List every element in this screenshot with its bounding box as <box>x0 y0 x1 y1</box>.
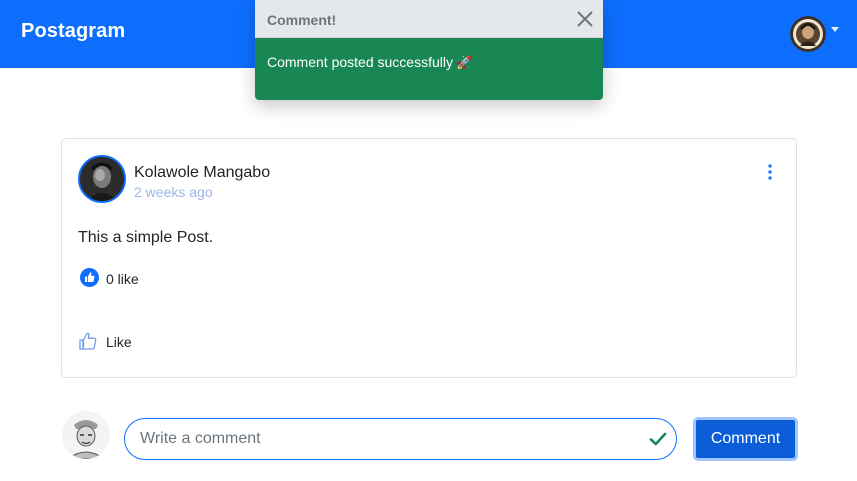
toast-body: Comment posted successfully 🚀 <box>255 38 603 100</box>
post-card: Kolawole Mangabo 2 weeks ago This a simp… <box>61 138 797 378</box>
user-avatar[interactable] <box>790 16 826 52</box>
like-button-label: Like <box>106 334 132 350</box>
commenter-avatar <box>62 411 110 459</box>
comment-input[interactable] <box>138 419 638 459</box>
brand-logo[interactable]: Postagram <box>21 20 125 43</box>
caret-down-icon[interactable] <box>831 27 839 32</box>
toast-notification: Comment! Comment posted successfully 🚀 <box>255 0 603 100</box>
thumbs-up-filled-icon <box>80 268 99 287</box>
post-body: This a simple Post. <box>78 229 214 246</box>
comment-field <box>124 418 677 460</box>
thumbs-up-icon <box>78 331 98 351</box>
author-avatar[interactable] <box>78 155 126 203</box>
submit-comment-button[interactable]: Comment <box>693 417 798 461</box>
like-count: 0 like <box>106 271 139 287</box>
toast-title: Comment! <box>267 12 337 28</box>
post-author-name[interactable]: Kolawole Mangabo <box>134 164 270 182</box>
toast-message-text: Comment posted successfully <box>267 54 453 70</box>
rocket-icon: 🚀 <box>455 55 473 70</box>
like-button[interactable]: Like <box>78 329 138 355</box>
toast-message: Comment posted successfully 🚀 <box>267 54 472 71</box>
post-timestamp: 2 weeks ago <box>134 184 213 200</box>
more-vertical-icon[interactable] <box>762 163 778 181</box>
check-icon <box>649 431 667 447</box>
close-icon[interactable] <box>576 10 594 28</box>
toast-header: Comment! <box>255 0 603 38</box>
